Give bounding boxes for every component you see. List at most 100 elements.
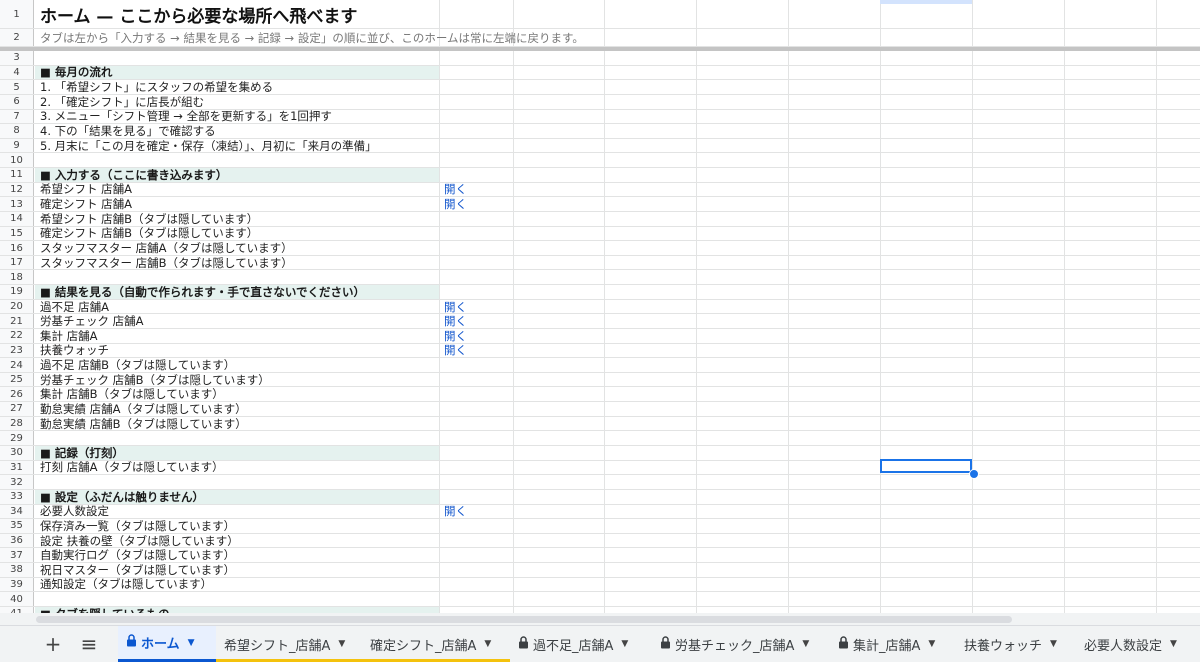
cell-text[interactable] <box>36 431 40 445</box>
row-number[interactable]: 16 <box>0 241 34 255</box>
row-number[interactable]: 38 <box>0 563 34 577</box>
row-number[interactable]: 39 <box>0 577 34 592</box>
cell-text[interactable]: 希望シフト 店舗A <box>36 182 132 196</box>
cell-text[interactable]: 4. 下の「結果を見る」で確認する <box>36 124 216 138</box>
row-number[interactable]: 28 <box>0 416 34 431</box>
cell-text[interactable]: 希望シフト 店舗B（タブは隠しています） <box>36 212 258 226</box>
cell-text[interactable]: 過不足 店舗A <box>36 300 109 314</box>
cell-text[interactable] <box>36 270 40 284</box>
section-title[interactable]: ■ 入力する（ここに書き込みます） <box>36 168 227 182</box>
sheet-tab[interactable]: 扶養ウォッチ ▼ <box>956 626 1076 662</box>
cell-text[interactable]: 確定シフト 店舗B（タブは隠しています） <box>36 226 258 240</box>
cell-text[interactable]: 勤怠実績 店舗B（タブは隠しています） <box>36 417 247 431</box>
row-number[interactable]: 31 <box>0 460 34 475</box>
section-title[interactable]: ■ 結果を見る（自動で作られます・手で直さないでください） <box>36 285 365 299</box>
cell-text[interactable]: 設定 扶養の壁（タブは隠しています） <box>36 534 239 548</box>
row-number[interactable]: 32 <box>0 475 34 489</box>
cell-text[interactable]: 労基チェック 店舗A <box>36 314 144 328</box>
open-link[interactable]: 開く <box>440 504 467 518</box>
row-number[interactable]: 15 <box>0 226 34 241</box>
row-number[interactable]: 33 <box>0 489 34 504</box>
fill-handle[interactable] <box>969 469 979 479</box>
sheet-tab[interactable]: 労基チェック_店舗A ▼ <box>652 626 830 662</box>
row-number[interactable]: 25 <box>0 372 34 387</box>
open-link[interactable]: 開く <box>440 314 467 328</box>
row-number[interactable]: 24 <box>0 358 34 372</box>
cell-text[interactable]: 3. メニュー「シフト管理 → 全部を更新する」を1回押す <box>36 109 332 123</box>
row-number[interactable]: 20 <box>0 299 34 314</box>
cell-text[interactable]: 必要人数設定 <box>36 504 109 518</box>
selected-cell[interactable] <box>880 459 972 473</box>
cell-text[interactable]: 2. 「確定シフト」に店長が組む <box>36 95 204 109</box>
row-number[interactable]: 4 <box>0 65 34 80</box>
row-number[interactable]: 27 <box>0 402 34 416</box>
cell-text[interactable]: 扶養ウォッチ <box>36 343 109 357</box>
caret-down-icon[interactable]: ▼ <box>338 639 345 649</box>
sheet-tab[interactable]: ホーム ▼ <box>118 626 216 662</box>
cell-text[interactable] <box>36 51 40 65</box>
sheet-tab[interactable]: 希望シフト_店舗A ▼ <box>216 626 362 662</box>
caret-down-icon[interactable]: ▼ <box>188 638 195 648</box>
cell-text[interactable]: 保存済み一覧（タブは隠しています） <box>36 519 235 533</box>
row-number[interactable]: 1 <box>0 0 34 28</box>
cell-text[interactable]: 5. 月末に「この月を確定・保存（凍結）」、月初に「来月の準備」 <box>36 139 377 153</box>
row-number[interactable]: 34 <box>0 504 34 519</box>
sheet-tab[interactable]: 確定シフト_店舗A ▼ <box>362 626 510 662</box>
sheet-tab[interactable]: 必要人数設定 ▼ <box>1076 626 1200 662</box>
row-number[interactable]: 21 <box>0 314 34 328</box>
cell-text[interactable]: 自動実行ログ（タブは隠しています） <box>36 548 235 562</box>
row-number[interactable]: 30 <box>0 446 34 460</box>
cell-text[interactable]: スタッフマスター 店舗B（タブは隠しています） <box>36 256 293 270</box>
row-number[interactable]: 23 <box>0 343 34 358</box>
row-number[interactable]: 17 <box>0 255 34 270</box>
cell-text[interactable] <box>36 153 40 167</box>
cell-text[interactable]: 祝日マスター（タブは隠しています） <box>36 563 235 577</box>
row-number[interactable]: 13 <box>0 197 34 211</box>
open-link[interactable]: 開く <box>440 329 467 343</box>
cell-text[interactable]: 通知設定（タブは隠しています） <box>36 577 212 591</box>
row-number[interactable]: 10 <box>0 153 34 168</box>
cell-text[interactable]: 打刻 店舗A（タブは隠しています） <box>36 460 224 474</box>
sheet-tab[interactable]: 集計_店舗A ▼ <box>830 626 956 662</box>
cell-text[interactable]: 集計 店舗B（タブは隠しています） <box>36 387 224 401</box>
cell-text[interactable]: 1. 「希望シフト」にスタッフの希望を集める <box>36 80 273 94</box>
sheet-tab[interactable]: 過不足_店舗A ▼ <box>510 626 652 662</box>
caret-down-icon[interactable]: ▼ <box>928 639 935 649</box>
row-number[interactable]: 19 <box>0 285 34 299</box>
row-number[interactable]: 9 <box>0 138 34 153</box>
open-link[interactable]: 開く <box>440 343 467 357</box>
all-sheets-button[interactable]: ≡ <box>72 626 106 662</box>
row-number[interactable]: 3 <box>0 51 34 65</box>
row-number[interactable]: 6 <box>0 94 34 109</box>
page-subtitle[interactable]: タブは左から「入力する → 結果を見る → 記録 → 設定」の順に並び、このホー… <box>36 29 584 46</box>
row-number[interactable]: 12 <box>0 182 34 197</box>
add-sheet-button[interactable]: + <box>36 626 70 662</box>
row-number[interactable]: 37 <box>0 548 34 563</box>
row-number[interactable]: 5 <box>0 80 34 94</box>
row-number[interactable]: 22 <box>0 328 34 343</box>
cell-text[interactable]: 労基チェック 店舗B（タブは隠しています） <box>36 373 270 387</box>
row-number[interactable]: 26 <box>0 387 34 402</box>
cell-text[interactable]: スタッフマスター 店舗A（タブは隠しています） <box>36 241 293 255</box>
row-number[interactable]: 14 <box>0 211 34 226</box>
section-title[interactable]: ■ 設定（ふだんは触りません） <box>36 490 204 504</box>
caret-down-icon[interactable]: ▼ <box>802 639 809 649</box>
row-number[interactable]: 36 <box>0 533 34 548</box>
row-number[interactable]: 8 <box>0 124 34 138</box>
spreadsheet-grid[interactable]: 1 ホーム — ここから必要な場所へ飛べます 2 タブは左から「入力する → 結… <box>0 0 1200 615</box>
row-number[interactable]: 29 <box>0 431 34 445</box>
caret-down-icon[interactable]: ▼ <box>484 639 491 649</box>
row-number[interactable]: 7 <box>0 109 34 124</box>
scrollbar-thumb[interactable] <box>36 616 1012 623</box>
row-number[interactable]: 35 <box>0 519 34 533</box>
page-title[interactable]: ホーム — ここから必要な場所へ飛べます <box>36 0 357 28</box>
section-title[interactable]: ■ 記録（打刻） <box>36 446 124 460</box>
caret-down-icon[interactable]: ▼ <box>621 639 628 649</box>
cell-text[interactable]: 過不足 店舗B（タブは隠しています） <box>36 358 235 372</box>
row-number[interactable]: 2 <box>0 29 34 46</box>
row-number[interactable]: 40 <box>0 592 34 606</box>
cell-text[interactable]: 勤怠実績 店舗A（タブは隠しています） <box>36 402 247 416</box>
row-number[interactable]: 11 <box>0 168 34 182</box>
open-link[interactable]: 開く <box>440 182 467 196</box>
cell-text[interactable] <box>36 592 40 606</box>
